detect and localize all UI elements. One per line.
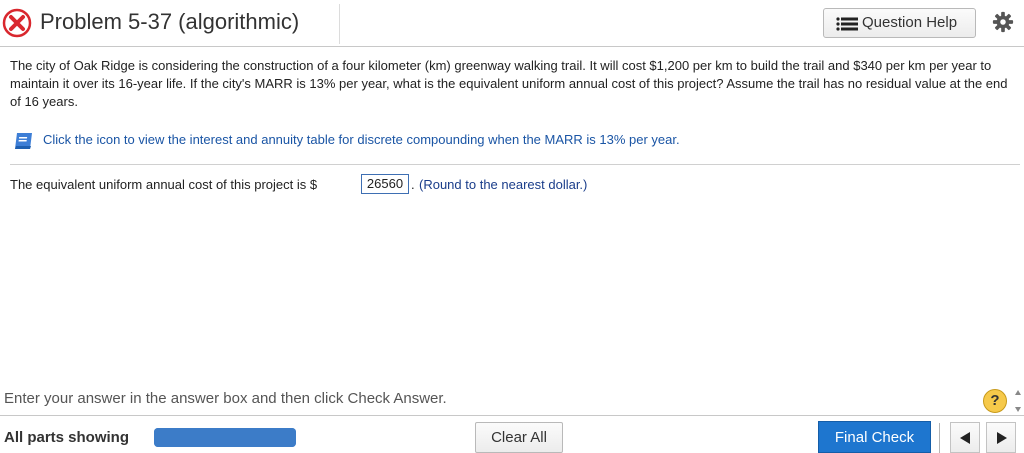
incorrect-icon (2, 8, 32, 38)
book-icon[interactable] (13, 131, 35, 151)
clear-all-button[interactable]: Clear All (475, 422, 563, 453)
arrow-left-icon (960, 432, 970, 444)
question-text: The city of Oak Ridge is considering the… (10, 58, 1008, 109)
previous-button[interactable] (950, 422, 980, 453)
answer-input[interactable]: 26560 (361, 174, 409, 194)
divider (10, 164, 1020, 165)
title-divider (339, 4, 340, 44)
arrow-right-icon (997, 432, 1007, 444)
question-help-label: Question Help (862, 14, 958, 31)
parts-label: All parts showing (4, 429, 130, 446)
progress-fill (154, 428, 296, 447)
footer-separator (939, 423, 940, 453)
question-help-button[interactable]: Question Help (823, 8, 976, 38)
footer-divider (0, 415, 1024, 416)
instruction-text: Enter your answer in the answer box and … (4, 390, 447, 407)
gear-icon[interactable] (992, 11, 1014, 33)
rounding-hint: (Round to the nearest dollar.) (419, 177, 588, 192)
final-check-button[interactable]: Final Check (818, 421, 931, 453)
help-button[interactable]: ? (983, 389, 1007, 413)
header: Problem 5-37 (algorithmic) Question Help (0, 0, 1024, 47)
scroll-arrows-icon[interactable] (1013, 386, 1023, 416)
page-title: Problem 5-37 (algorithmic) (40, 9, 300, 34)
answer-suffix: . (411, 177, 415, 192)
next-button[interactable] (986, 422, 1016, 453)
list-icon (836, 17, 858, 31)
answer-prefix: The equivalent uniform annual cost of th… (10, 177, 318, 192)
table-link[interactable]: Click the icon to view the interest and … (43, 132, 680, 147)
progress-bar (154, 428, 296, 447)
